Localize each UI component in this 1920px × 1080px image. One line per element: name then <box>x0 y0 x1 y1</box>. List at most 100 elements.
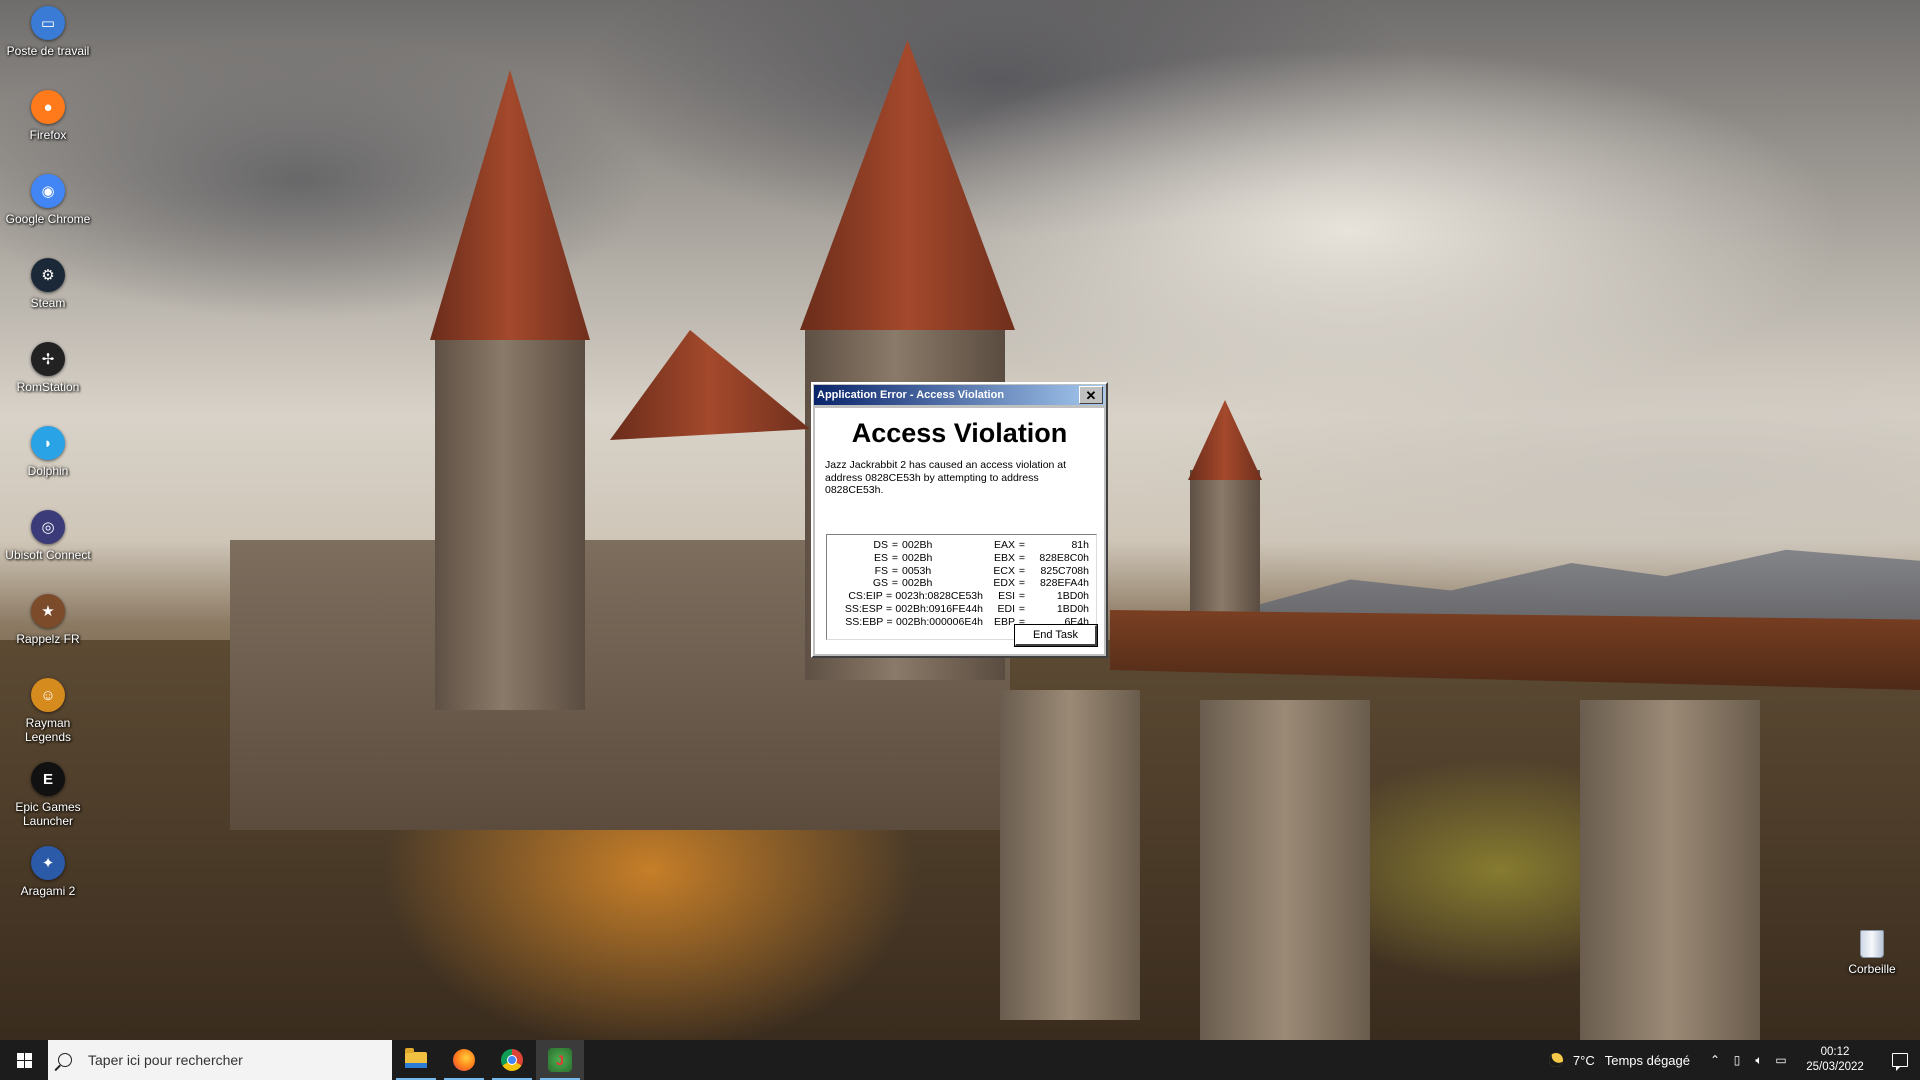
register-row: ECX = 825C708h <box>985 565 1091 578</box>
taskbar-jazz-jackrabbit-2[interactable]: J <box>536 1040 584 1080</box>
end-task-button[interactable]: End Task <box>1014 624 1098 647</box>
computer-icon: ▭ <box>31 6 65 40</box>
register-row: DS = 002Bh <box>833 539 983 552</box>
start-button[interactable] <box>0 1040 48 1080</box>
usb-icon[interactable]: ▯ <box>1726 1040 1748 1080</box>
register-row: EDI = 1BD0h <box>985 603 1091 616</box>
search-placeholder: Taper ici pour rechercher <box>88 1052 243 1068</box>
dialog-heading: Access Violation <box>851 418 1068 448</box>
taskbar-firefox[interactable] <box>440 1040 488 1080</box>
desktop-shortcut-label: Poste de travail <box>6 44 90 58</box>
register-equals: = <box>891 551 899 564</box>
desktop-shortcut-label: Google Chrome <box>5 212 91 226</box>
register-value: 002Bh:000006E4h <box>896 615 983 628</box>
romstation-icon: ✢ <box>31 342 65 376</box>
register-row: ES = 002Bh <box>833 552 983 565</box>
weather-moon-icon <box>1546 1051 1565 1069</box>
recycle-bin[interactable]: Corbeille <box>1832 930 1912 976</box>
register-equals: = <box>1018 539 1026 551</box>
register-row: EAX = 81h <box>985 539 1091 552</box>
close-button[interactable]: ✕ <box>1079 386 1103 404</box>
volume-icon[interactable]: 🔈︎ <box>1748 1040 1770 1080</box>
register-row: EDX = 828EFA4h <box>985 577 1091 590</box>
desktop-shortcut-label: Ubisoft Connect <box>5 548 91 562</box>
register-equals: = <box>1018 577 1026 590</box>
register-value: 0023h:0828CE53h <box>895 590 983 603</box>
desktop-shortcut-label: Firefox <box>29 128 67 142</box>
register-row: CS:EIP = 0023h:0828CE53h <box>833 590 983 603</box>
register-equals: = <box>886 602 893 615</box>
network-icon[interactable]: ▭ <box>1770 1040 1792 1080</box>
desktop-shortcut[interactable]: ▭ Poste de travail <box>0 0 96 58</box>
desktop-shortcut[interactable]: ◎ Ubisoft Connect <box>0 504 96 562</box>
clock-time: 00:12 <box>1820 1046 1850 1058</box>
desktop-shortcut[interactable]: E Epic Games Launcher <box>0 756 96 828</box>
weather-temp[interactable]: 7°C <box>1573 1053 1595 1068</box>
wallpaper-pillar <box>1580 700 1760 1040</box>
desktop-shortcut[interactable]: ● Firefox <box>0 84 96 142</box>
desktop-shortcut[interactable]: ◉ Google Chrome <box>0 168 96 226</box>
register-equals: = <box>891 564 899 577</box>
register-value: 002Bh <box>902 577 933 590</box>
notification-button[interactable] <box>1880 1040 1920 1080</box>
weather-condition[interactable]: Temps dégagé <box>1605 1053 1690 1068</box>
register-equals: = <box>1018 551 1026 564</box>
desktop-shortcut-label: Epic Games Launcher <box>15 800 81 828</box>
register-row: SS:ESP = 002Bh:0916FE44h <box>833 603 983 616</box>
register-value: 0053h <box>902 564 932 577</box>
desktop-shortcut[interactable]: ★ Rappelz FR <box>0 588 96 646</box>
firefox-icon <box>453 1049 475 1071</box>
desktop-shortcut-label: Dolphin <box>27 464 69 478</box>
desktop-shortcut-label: Steam <box>30 296 66 310</box>
chrome-icon: ◉ <box>31 174 65 208</box>
register-row: ESI = 1BD0h <box>985 590 1091 603</box>
taskbar: Taper ici pour rechercher J 7°C Temps dé… <box>0 1040 1920 1080</box>
register-value: 81h <box>1071 539 1089 551</box>
windows-icon <box>16 1052 32 1068</box>
desktop-shortcut-label: Rayman Legends <box>24 716 72 744</box>
register-value: 002Bh <box>902 551 933 564</box>
desktop-shortcut[interactable]: ✢ RomStation <box>0 336 96 394</box>
register-value: 002Bh <box>902 539 933 551</box>
desktop-shortcut[interactable]: ✦ Aragami 2 <box>0 840 96 898</box>
clock[interactable]: 00:12 25/03/2022 <box>1796 1045 1874 1075</box>
dialog-message: Jazz Jackrabbit 2 has caused an access v… <box>825 459 1067 496</box>
recycle-bin-icon <box>1860 930 1884 958</box>
chrome-icon <box>501 1049 523 1071</box>
desktop-shortcut-label: Aragami 2 <box>20 884 76 898</box>
register-name: EAX <box>993 539 1015 551</box>
register-name: EBP <box>993 615 1015 628</box>
notification-icon <box>1892 1053 1908 1071</box>
desktop-shortcut[interactable]: ⚙ Steam <box>0 252 96 310</box>
taskbar-chrome[interactable] <box>488 1040 536 1080</box>
register-row: EBX = 828E8C0h <box>985 552 1091 565</box>
jazz-jackrabbit-icon: J <box>548 1048 572 1072</box>
desktop-shortcut[interactable]: ☺ Rayman Legends <box>0 672 96 744</box>
register-name: DS <box>873 539 888 551</box>
register-name: SS:ESP <box>844 602 883 615</box>
register-equals: = <box>1018 590 1026 603</box>
firefox-icon: ● <box>31 90 65 124</box>
taskbar-file-explorer[interactable] <box>392 1040 440 1080</box>
system-tray: 7°C Temps dégagé ⌃ ▯ 🔈︎ ▭ 00:12 25/03/20… <box>1546 1040 1920 1080</box>
dolphin-icon: ◗ <box>31 426 65 460</box>
register-column-right: EAX = 81h EBX = 828E8C0h ECX = 825C708h EDX = 828EF… <box>985 539 1091 629</box>
search-box[interactable]: Taper ici pour rechercher <box>48 1040 392 1080</box>
register-row: SS:EBP = 002Bh:000006E4h <box>833 616 983 629</box>
aragami-icon: ✦ <box>31 846 65 880</box>
register-value: 825C708h <box>1040 564 1089 577</box>
desktop-shortcut[interactable]: ◗ Dolphin <box>0 420 96 478</box>
register-value: 002Bh:0916FE44h <box>895 602 983 615</box>
dialog-titlebar[interactable]: Application Error - Access Violation ✕ <box>814 385 1105 405</box>
register-name: GS <box>872 577 888 590</box>
register-name: ECX <box>993 564 1015 577</box>
folder-icon <box>405 1048 427 1068</box>
close-icon: ✕ <box>1085 387 1097 403</box>
recycle-bin-label: Corbeille <box>1848 962 1896 976</box>
wallpaper-tower-left <box>435 330 585 710</box>
chevron-up-icon[interactable]: ⌃ <box>1704 1040 1726 1080</box>
access-violation-dialog: Application Error - Access Violation ✕ A… <box>811 382 1108 658</box>
register-equals: = <box>886 590 893 603</box>
register-value: 1BD0h <box>1056 590 1089 603</box>
register-equals: = <box>891 539 899 551</box>
